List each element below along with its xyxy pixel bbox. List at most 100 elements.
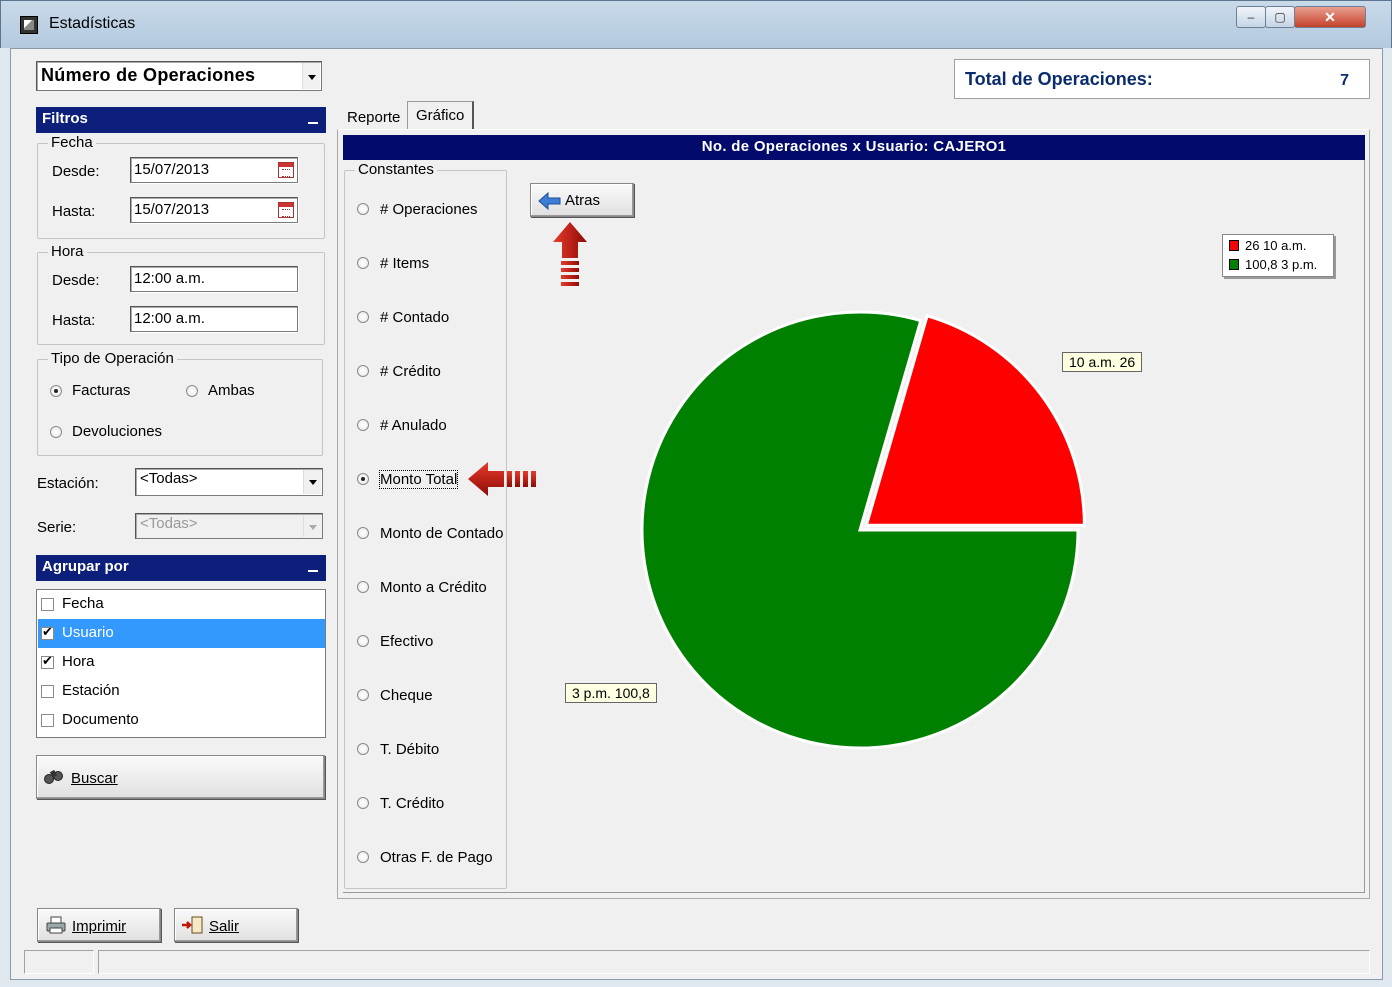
constante-monto-contado[interactable]: Monto de Contado xyxy=(357,523,507,545)
minimize-button[interactable]: ‒ xyxy=(1236,6,1266,28)
pie-label-10am: 10 a.m. 26 xyxy=(1062,352,1143,372)
exit-door-icon xyxy=(182,916,203,934)
constante-anulado[interactable]: # Anulado xyxy=(357,415,507,437)
radio-devoluciones-dot[interactable] xyxy=(50,426,62,438)
chart-legend: 26 10 a.m. 100,8 3 p.m. xyxy=(1222,234,1334,277)
hora-desde-input[interactable]: 12:00 a.m. xyxy=(130,266,298,292)
agrupar-header-label: Agrupar por xyxy=(42,558,129,575)
hora-hasta-input[interactable]: 12:00 a.m. xyxy=(130,306,298,332)
radio-dot[interactable] xyxy=(357,689,369,701)
fecha-desde-input[interactable]: 15/07/2013 xyxy=(130,157,298,183)
chevron-down-icon[interactable] xyxy=(302,63,320,89)
tab-grafico[interactable]: Gráfico xyxy=(407,101,474,130)
tipo-operacion-group: Tipo de Operación Facturas Ambas Devoluc… xyxy=(37,350,323,456)
hora-desde-value: 12:00 a.m. xyxy=(134,270,205,287)
radio-ambas-dot[interactable] xyxy=(186,385,198,397)
calendar-icon[interactable] xyxy=(278,202,294,218)
constante-operaciones[interactable]: # Operaciones xyxy=(357,199,507,221)
constante-credito[interactable]: # Crédito xyxy=(357,361,507,383)
agrupar-item-hora[interactable]: Hora xyxy=(38,648,325,677)
constante-label: Monto Total xyxy=(378,470,459,489)
printer-icon xyxy=(46,916,66,934)
annotation-arrow-left-icon xyxy=(468,462,536,496)
radio-facturas-dot[interactable] xyxy=(50,385,62,397)
constante-label: # Anulado xyxy=(380,417,447,434)
radio-dot[interactable] xyxy=(357,797,369,809)
collapse-icon[interactable] xyxy=(308,122,318,124)
checkbox-usuario[interactable] xyxy=(41,624,54,640)
constante-cheque[interactable]: Cheque xyxy=(357,685,507,707)
agrupar-checklist[interactable]: Fecha Usuario Hora Estación Documento xyxy=(36,589,326,738)
serie-label: Serie: xyxy=(37,519,77,536)
buscar-button[interactable]: Buscar xyxy=(36,755,325,799)
chart-title: No. de Operaciones x Usuario: CAJERO1 xyxy=(343,135,1365,160)
radio-dot[interactable] xyxy=(357,527,369,539)
estacion-select[interactable]: <Todas> xyxy=(135,468,323,496)
constantes-legend: Constantes xyxy=(355,161,437,178)
radio-dot[interactable] xyxy=(357,257,369,269)
salir-button[interactable]: Salir xyxy=(174,908,298,942)
tab-reporte-label: Reporte xyxy=(347,109,401,126)
constante-t-credito[interactable]: T. Crédito xyxy=(357,793,507,815)
checkbox-estacion[interactable] xyxy=(41,685,54,698)
radio-dot[interactable] xyxy=(357,635,369,647)
agrupar-header[interactable]: Agrupar por xyxy=(36,555,326,581)
radio-ambas[interactable]: Ambas xyxy=(186,382,296,404)
constante-t-debito[interactable]: T. Débito xyxy=(357,739,507,761)
total-box: Total de Operaciones: 7 xyxy=(954,59,1370,99)
atras-button[interactable]: Atras xyxy=(530,183,634,217)
radio-dot[interactable] xyxy=(357,581,369,593)
radio-dot[interactable] xyxy=(357,419,369,431)
agrupar-item-fecha[interactable]: Fecha xyxy=(38,590,325,619)
constante-label: # Operaciones xyxy=(380,201,478,218)
constante-otras-f-pago[interactable]: Otras F. de Pago xyxy=(357,847,507,869)
imprimir-label: Imprimir xyxy=(72,918,127,935)
constante-efectivo[interactable]: Efectivo xyxy=(357,631,507,653)
legend-swatch-red xyxy=(1229,240,1239,251)
checkbox-hora[interactable] xyxy=(41,653,54,669)
radio-facturas[interactable]: Facturas xyxy=(50,382,160,404)
calendar-icon[interactable] xyxy=(278,162,294,178)
constante-contado[interactable]: # Contado xyxy=(357,307,507,329)
radio-dot[interactable] xyxy=(357,365,369,377)
collapse-icon[interactable] xyxy=(308,570,318,572)
imprimir-button[interactable]: Imprimir xyxy=(37,908,161,942)
radio-dot[interactable] xyxy=(357,203,369,215)
radio-devoluciones[interactable]: Devoluciones xyxy=(50,423,180,445)
checkbox-fecha[interactable] xyxy=(41,598,54,611)
constante-label: # Items xyxy=(380,255,430,272)
tab-reporte[interactable]: Reporte xyxy=(341,106,407,130)
hora-hasta-value: 12:00 a.m. xyxy=(134,310,205,327)
fecha-legend: Fecha xyxy=(48,134,96,151)
maximize-button[interactable]: ▢ xyxy=(1265,6,1295,28)
agrupar-item-documento[interactable]: Documento xyxy=(38,706,325,735)
agrupar-item-label: Fecha xyxy=(62,595,104,612)
radio-dot[interactable] xyxy=(357,743,369,755)
agrupar-item-usuario[interactable]: Usuario xyxy=(38,619,325,648)
radio-dot[interactable] xyxy=(357,851,369,863)
radio-dot[interactable] xyxy=(357,473,369,485)
agrupar-item-estacion[interactable]: Estación xyxy=(38,677,325,706)
estacion-label: Estación: xyxy=(37,475,99,492)
fecha-hasta-input[interactable]: 15/07/2013 xyxy=(130,197,298,223)
legend-swatch-green xyxy=(1229,259,1239,270)
constante-label: Monto de Contado xyxy=(380,525,504,542)
filtros-header[interactable]: Filtros xyxy=(36,107,326,133)
chevron-down-icon[interactable] xyxy=(303,470,321,494)
binoculars-icon xyxy=(44,769,63,784)
close-button[interactable]: ✕ xyxy=(1294,6,1366,28)
constantes-group: Constantes # Operaciones # Items # Conta… xyxy=(344,161,507,889)
radio-devoluciones-label: Devoluciones xyxy=(72,423,163,440)
pie-chart xyxy=(640,310,1086,750)
constante-items[interactable]: # Items xyxy=(357,253,507,275)
radio-facturas-label: Facturas xyxy=(72,382,131,399)
checkbox-documento[interactable] xyxy=(41,714,54,727)
constante-monto-credito[interactable]: Monto a Crédito xyxy=(357,577,507,599)
operation-type-select[interactable]: Número de Operaciones xyxy=(36,61,322,91)
legend-label: 100,8 3 p.m. xyxy=(1245,257,1318,272)
filtros-header-label: Filtros xyxy=(42,110,88,127)
constante-label: Otras F. de Pago xyxy=(380,849,493,866)
constante-label: # Crédito xyxy=(380,363,441,380)
radio-dot[interactable] xyxy=(357,311,369,323)
agrupar-item-label: Documento xyxy=(62,711,139,728)
